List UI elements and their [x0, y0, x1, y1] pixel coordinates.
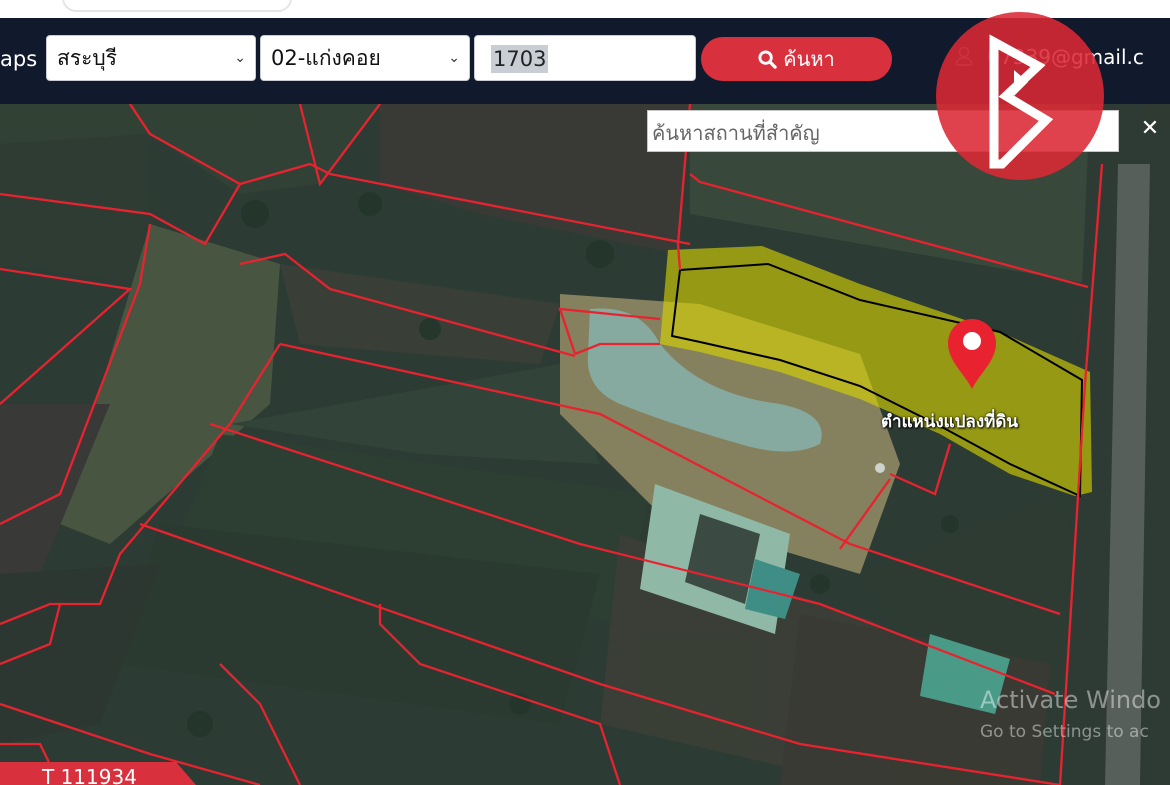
parcel-label: ตำแหน่งแปลงที่ดิน	[881, 412, 1019, 432]
chevron-down-icon: ⌄	[234, 50, 246, 66]
province-select-value: สระบุรี	[57, 46, 117, 70]
place-search-placeholder: ค้นหาสถานที่สำคัญ	[652, 121, 820, 145]
search-icon	[758, 40, 777, 84]
search-button-label: ค้นหา	[783, 47, 835, 71]
satellite-map[interactable]	[0, 104, 1170, 785]
district-select[interactable]: 02-แก่งคอย ⌄	[260, 35, 470, 81]
district-select-value: 02-แก่งคอย	[271, 46, 381, 70]
search-button[interactable]: ค้นหา	[701, 37, 892, 81]
brand-logo	[936, 12, 1104, 180]
brand-name: aps	[0, 47, 38, 71]
close-icon[interactable]: ✕	[1130, 110, 1170, 148]
province-select[interactable]: สระบุรี ⌄	[46, 35, 256, 81]
browser-pill	[62, 0, 292, 12]
chevron-down-icon: ⌄	[448, 50, 460, 66]
parcel-code-badge: T 111934	[0, 762, 196, 785]
deed-number-value: 1703	[491, 45, 549, 73]
activation-watermark-sub: Go to Settings to ac	[980, 722, 1149, 742]
activation-watermark-title: Activate Windo	[980, 686, 1161, 714]
deed-number-input[interactable]: 1703	[474, 35, 696, 81]
